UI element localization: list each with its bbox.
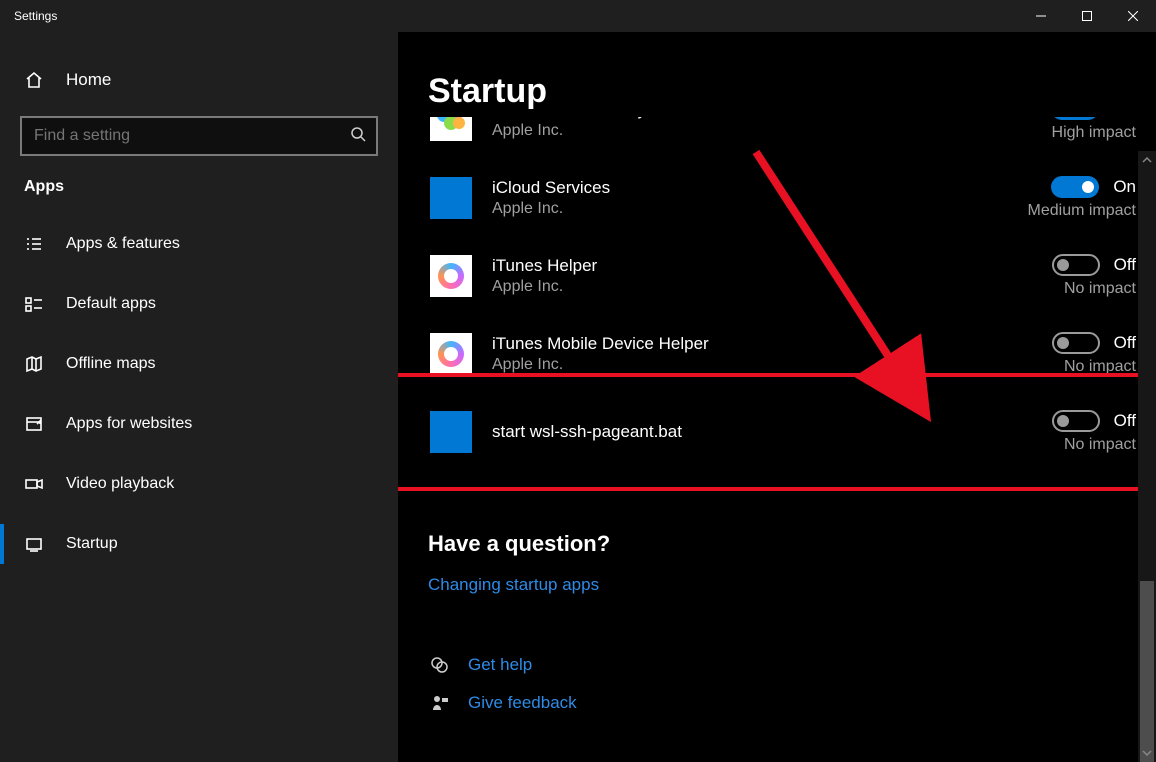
app-icon <box>430 117 472 141</box>
give-feedback-link[interactable]: Give feedback <box>468 693 577 713</box>
list-icon <box>24 234 44 254</box>
app-publisher: Apple Inc. <box>492 122 956 140</box>
app-publisher: Apple Inc. <box>492 278 956 296</box>
help-heading: Have a question? <box>428 531 1156 557</box>
sidebar-item-label: Offline maps <box>66 355 156 373</box>
main-panel: Startup iCloud Photo Library Apple Inc. On… <box>398 32 1156 762</box>
app-icon <box>430 255 472 297</box>
startup-toggle[interactable] <box>1051 176 1099 198</box>
app-icon <box>430 177 472 219</box>
sidebar-section-label: Apps <box>0 178 398 196</box>
sidebar-item-label: Video playback <box>66 475 174 493</box>
page-title: Startup <box>428 72 1156 111</box>
window-title: Settings <box>0 9 57 23</box>
search-input-container[interactable] <box>20 116 378 156</box>
search-input[interactable] <box>34 127 350 145</box>
sidebar-item-startup[interactable]: Startup <box>0 514 398 574</box>
sidebar-item-label: Apps & features <box>66 235 180 253</box>
toggle-state-label: Off <box>1114 333 1136 353</box>
scrollbar[interactable] <box>1138 151 1156 762</box>
startup-toggle[interactable] <box>1052 332 1100 354</box>
sidebar-item-apps-features[interactable]: Apps & features <box>0 214 398 274</box>
sidebar-item-default-apps[interactable]: Default apps <box>0 274 398 334</box>
app-name: iCloud Services <box>492 178 956 198</box>
impact-label: No impact <box>976 280 1136 298</box>
annotation-highlight <box>398 373 1156 491</box>
home-label: Home <box>66 70 111 90</box>
defaults-icon <box>24 294 44 314</box>
help-section: Have a question? Changing startup apps <box>428 531 1156 595</box>
app-name: iTunes Helper <box>492 256 956 276</box>
startup-toggle[interactable] <box>1051 117 1099 120</box>
title-bar: Settings <box>0 0 1156 32</box>
app-icon <box>430 333 472 375</box>
app-name: iTunes Mobile Device Helper <box>492 334 956 354</box>
maximize-button[interactable] <box>1064 0 1110 32</box>
sidebar-item-apps-websites[interactable]: Apps for websites <box>0 394 398 454</box>
scroll-thumb[interactable] <box>1140 581 1154 762</box>
home-nav[interactable]: Home <box>0 56 398 104</box>
sidebar-item-label: Apps for websites <box>66 415 192 433</box>
websites-icon <box>24 414 44 434</box>
sidebar-item-label: Startup <box>66 535 118 553</box>
impact-label: Medium impact <box>976 202 1136 220</box>
sidebar-item-label: Default apps <box>66 295 156 313</box>
map-icon <box>24 354 44 374</box>
feedback-row[interactable]: Give feedback <box>428 693 1156 713</box>
help-icon <box>428 655 452 675</box>
sidebar: Home Apps Apps & features <box>0 32 398 762</box>
minimize-button[interactable] <box>1018 0 1064 32</box>
startup-item[interactable]: iTunes Helper Apple Inc. Off No impact <box>428 237 1148 315</box>
close-button[interactable] <box>1110 0 1156 32</box>
sidebar-item-video-playback[interactable]: Video playback <box>0 454 398 514</box>
help-link-changing-startup[interactable]: Changing startup apps <box>428 575 1156 595</box>
startup-icon <box>24 534 44 554</box>
toggle-state-label: On <box>1113 117 1136 119</box>
app-name: iCloud Photo Library <box>492 117 956 120</box>
startup-toggle[interactable] <box>1052 254 1100 276</box>
scroll-down-icon[interactable] <box>1138 744 1156 762</box>
impact-label: High impact <box>976 124 1136 142</box>
search-icon <box>350 126 366 147</box>
sidebar-item-offline-maps[interactable]: Offline maps <box>0 334 398 394</box>
get-help-link[interactable]: Get help <box>468 655 532 675</box>
startup-item[interactable]: iCloud Services Apple Inc. On Medium impact <box>428 159 1148 237</box>
video-icon <box>24 474 44 494</box>
app-publisher: Apple Inc. <box>492 200 956 218</box>
toggle-state-label: Off <box>1114 255 1136 275</box>
app-publisher: Apple Inc. <box>492 356 956 374</box>
startup-item[interactable]: iCloud Photo Library Apple Inc. On High imp… <box>428 117 1148 159</box>
feedback-icon <box>428 693 452 713</box>
scroll-up-icon[interactable] <box>1138 151 1156 169</box>
toggle-state-label: On <box>1113 177 1136 197</box>
get-help-row[interactable]: Get help <box>428 655 1156 675</box>
home-icon <box>24 70 44 90</box>
